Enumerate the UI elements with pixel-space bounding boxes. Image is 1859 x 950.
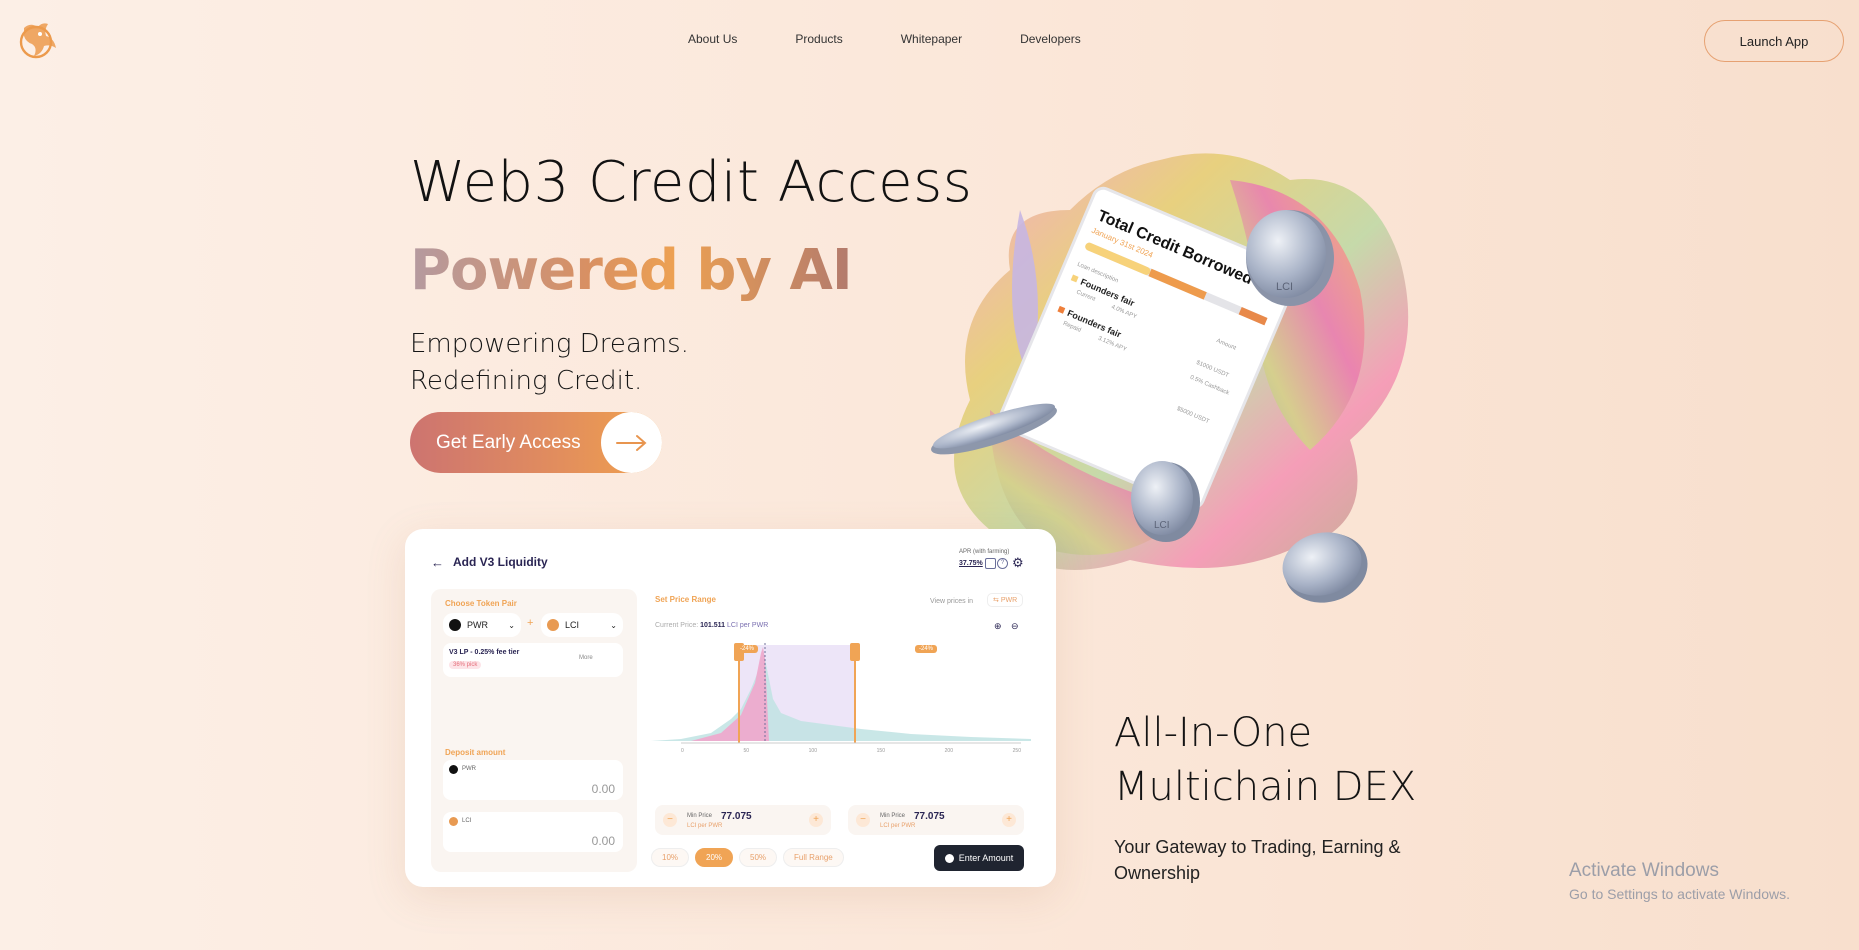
max-price-label: Min Price [880,813,906,819]
min-price-unit: LCI per PWR [687,823,723,829]
settings-gear-icon[interactable]: ⚙ [1012,555,1024,571]
min-price-label: Min Price [687,813,713,819]
axis-tick: 0 [681,748,684,754]
dex-heading-line1: All-In-One [1114,710,1313,756]
nav-developers[interactable]: Developers [1020,32,1081,46]
wallet-icon [944,853,954,863]
plus-icon[interactable]: + [809,813,823,827]
help-icon[interactable]: ? [997,558,1008,569]
activation-watermark-title: Activate Windows [1569,860,1719,881]
axis-tick: 100 [808,748,817,754]
plus-icon: + [527,617,534,629]
range-20[interactable]: 20% [695,848,734,867]
range-50[interactable]: 50% [739,848,778,867]
deposit-b-value: 0.00 [591,834,615,848]
apr-label: APR (with farming) [959,549,1010,555]
min-price-value: 77.075 [721,811,752,822]
dex-subtitle: Your Gateway to Trading, Earning & Owner… [1114,837,1401,883]
token-b-label: LCI [565,620,580,630]
token-a-select[interactable]: PWR ⌄ [443,613,521,637]
dex-heading: All-In-One Multichain DEX [1114,706,1416,814]
main-nav: About Us Products Whitepaper Developers [688,32,1139,46]
nav-about-us[interactable]: About Us [688,32,737,46]
apr-value: 37.75% [959,560,983,567]
chevron-down-icon: ⌄ [508,620,515,630]
right-percent-badge: -24% [915,645,938,653]
chevron-down-icon: ⌄ [610,620,617,630]
minus-icon[interactable]: − [663,813,677,827]
liquidity-title: Add V3 Liquidity [453,555,548,569]
deposit-label: Deposit amount [445,748,506,757]
fee-tier-label: V3 LP - 0.25% fee tier [449,649,520,656]
add-liquidity-card: ← Add V3 Liquidity APR (with farming) 37… [405,529,1056,887]
pwr-token-icon [449,765,458,774]
hero-title-accent: Powered by AI [410,238,853,303]
token-a-label: PWR [467,620,488,630]
enter-amount-button[interactable]: Enter Amount [934,845,1024,871]
swap-icon: ⇆ [993,597,999,604]
hero-subtitle: Empowering Dreams. Redefining Credit. [410,326,689,400]
deposit-lci-input[interactable]: LCI 0.00 [443,812,623,852]
deposit-a-value: 0.00 [591,782,615,796]
choose-pair-label: Choose Token Pair [445,599,517,608]
back-arrow-icon[interactable]: ← [431,555,444,570]
coin-label-1: LCI [1276,281,1293,293]
calculator-icon[interactable] [985,558,996,569]
arrow-right-icon [601,412,662,473]
plus-icon[interactable]: + [1002,813,1016,827]
range-full[interactable]: Full Range [783,848,844,867]
axis-tick: 150 [876,748,885,754]
view-token-toggle[interactable]: ⇆ PWR [987,593,1024,607]
fee-pick-badge: 36% pick [449,661,482,669]
cta-label: Get Early Access [436,431,581,453]
axis-tick: 200 [944,748,953,754]
deposit-b-token: LCI [462,818,472,824]
range-chips: 10% 20% 50% Full Range [651,848,844,867]
view-token-label: PWR [1000,597,1018,604]
activation-watermark-sub: Go to Settings to activate Windows. [1569,886,1790,902]
view-prices-label: View prices in [930,598,974,605]
current-price-label: Current Price: [655,622,699,629]
nav-whitepaper[interactable]: Whitepaper [901,32,962,46]
min-price-box: − Min Price 77.075 LCI per PWR + [655,805,831,835]
current-price-unit: LCI per PWR [727,622,769,629]
zoom-in-icon[interactable]: ⊕ [994,621,1002,632]
dex-heading-line2: Multichain DEX [1114,764,1417,810]
hero-subtitle-line2: Redefining Credit. [410,366,643,396]
get-early-access-button[interactable]: Get Early Access [410,412,662,473]
nav-products[interactable]: Products [795,32,842,46]
minus-icon[interactable]: − [856,813,870,827]
price-range-chart [651,643,1031,744]
current-price-row: Current Price: 101.511 LCI per PWR [655,622,768,629]
lci-token-icon [449,817,458,826]
lci-token-icon [547,619,559,631]
brand-logo[interactable] [16,18,62,62]
token-b-select[interactable]: LCI ⌄ [541,613,623,637]
phoenix-logo-icon [19,23,56,59]
max-price-box: − Min Price 77.075 LCI per PWR + [848,805,1024,835]
current-price-value: 101.511 [700,622,726,629]
enter-amount-label: Enter Amount [958,853,1014,863]
deposit-a-token: PWR [462,766,476,772]
max-price-value: 77.075 [914,811,945,822]
set-range-label: Set Price Range [655,595,716,604]
deposit-pwr-input[interactable]: PWR 0.00 [443,760,623,800]
fee-tier-box[interactable]: V3 LP - 0.25% fee tier 36% pick More [443,643,623,677]
hero-subtitle-line1: Empowering Dreams. [410,329,689,359]
range-10[interactable]: 10% [651,848,690,867]
coin-label-2: LCI [1154,520,1170,531]
launch-app-button[interactable]: Launch App [1704,20,1844,62]
chart-axis: 0 50 100 150 200 250 [681,748,1021,754]
axis-tick: 250 [1012,748,1021,754]
pwr-token-icon [449,619,461,631]
hero-title: Web3 Credit Access [410,150,973,215]
zoom-out-icon[interactable]: ⊖ [1011,621,1019,632]
coin-top-right: LCI [1246,210,1334,306]
token-pair-panel: Choose Token Pair PWR ⌄ + LCI ⌄ V3 LP - … [431,589,637,872]
more-button[interactable]: More [579,655,593,661]
axis-tick: 50 [743,748,749,754]
left-percent-badge: -24% [736,645,759,653]
max-price-unit: LCI per PWR [880,823,916,829]
